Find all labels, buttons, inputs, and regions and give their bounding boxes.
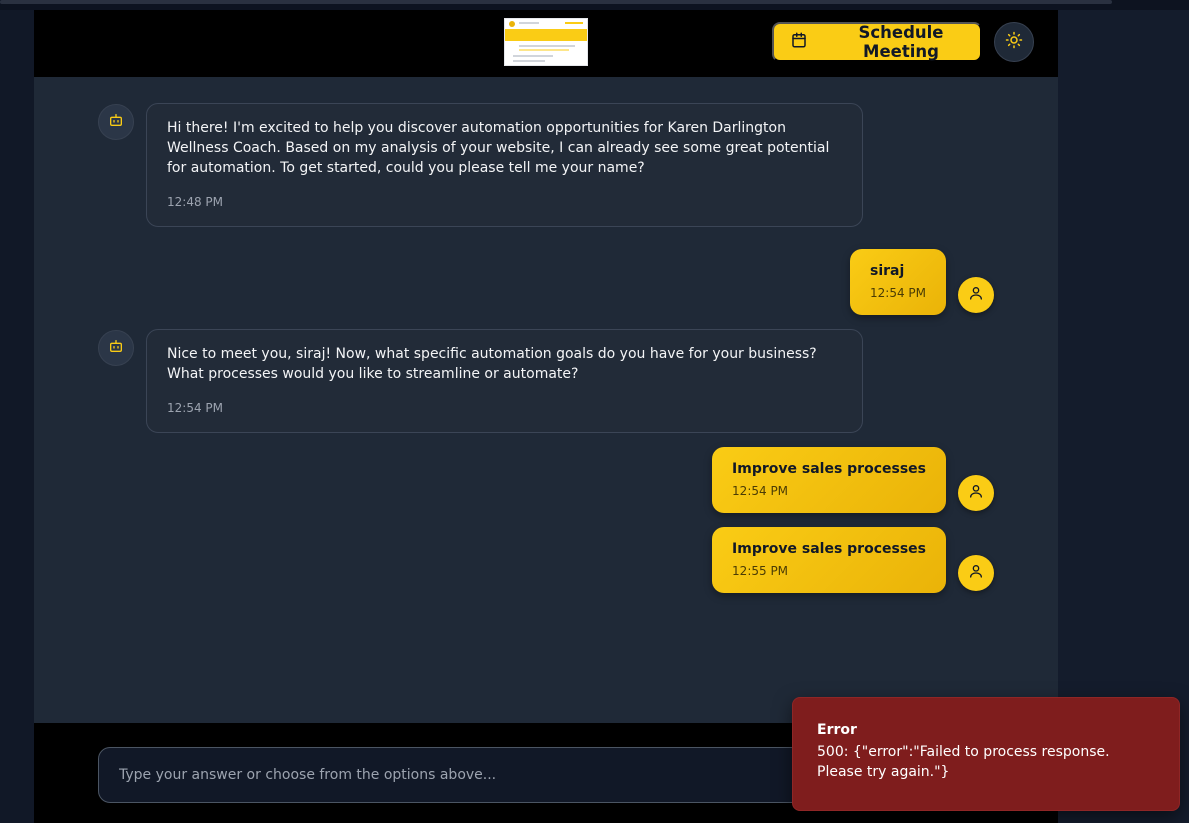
- sun-icon: [1005, 31, 1023, 53]
- schedule-meeting-label: Schedule Meeting: [858, 23, 944, 61]
- website-preview-thumbnail: [504, 18, 588, 66]
- user-icon: [968, 563, 984, 583]
- error-toast-title: Error: [817, 722, 857, 738]
- user-icon: [968, 483, 984, 503]
- message-time: 12:54 PM: [167, 401, 223, 415]
- user-message: Improve sales processes 12:55 PM: [712, 527, 946, 593]
- thumbnail-hero-band: [505, 29, 587, 41]
- user-icon: [968, 285, 984, 305]
- bot-icon: [108, 112, 124, 132]
- error-toast[interactable]: Error 500: {"error":"Failed to process r…: [792, 697, 1180, 811]
- message-time: 12:54 PM: [732, 484, 789, 498]
- bot-avatar: [98, 104, 134, 140]
- bot-icon: [108, 338, 124, 358]
- thumbnail-logo-mark: [509, 21, 515, 27]
- theme-toggle-button[interactable]: [994, 22, 1034, 62]
- message-text: siraj: [870, 263, 905, 279]
- user-message: siraj 12:54 PM: [850, 249, 946, 315]
- message-text: Improve sales processes: [732, 461, 926, 477]
- bot-avatar: [98, 330, 134, 366]
- message-time: 12:54 PM: [870, 286, 926, 300]
- schedule-meeting-button[interactable]: Schedule Meeting: [772, 22, 982, 62]
- user-message: Improve sales processes 12:54 PM: [712, 447, 946, 513]
- browser-top-strip: [0, 0, 1189, 10]
- error-toast-message: 500: {"error":"Failed to process respons…: [817, 744, 1110, 780]
- bot-message: Hi there! I'm excited to help you discov…: [146, 103, 863, 227]
- message-text: Hi there! I'm excited to help you discov…: [167, 120, 830, 176]
- user-avatar: [958, 277, 994, 313]
- app-header: Schedule Meeting: [34, 10, 1058, 78]
- horizontal-scrollbar[interactable]: [0, 0, 1112, 4]
- message-time: 12:55 PM: [732, 564, 789, 578]
- bot-message: Nice to meet you, siraj! Now, what speci…: [146, 329, 863, 433]
- message-text: Improve sales processes: [732, 541, 926, 557]
- calendar-icon: [790, 31, 808, 53]
- message-time: 12:48 PM: [167, 195, 223, 209]
- user-avatar: [958, 555, 994, 591]
- user-avatar: [958, 475, 994, 511]
- chat-messages: Hi there! I'm excited to help you discov…: [34, 78, 1058, 723]
- message-text: Nice to meet you, siraj! Now, what speci…: [167, 346, 817, 382]
